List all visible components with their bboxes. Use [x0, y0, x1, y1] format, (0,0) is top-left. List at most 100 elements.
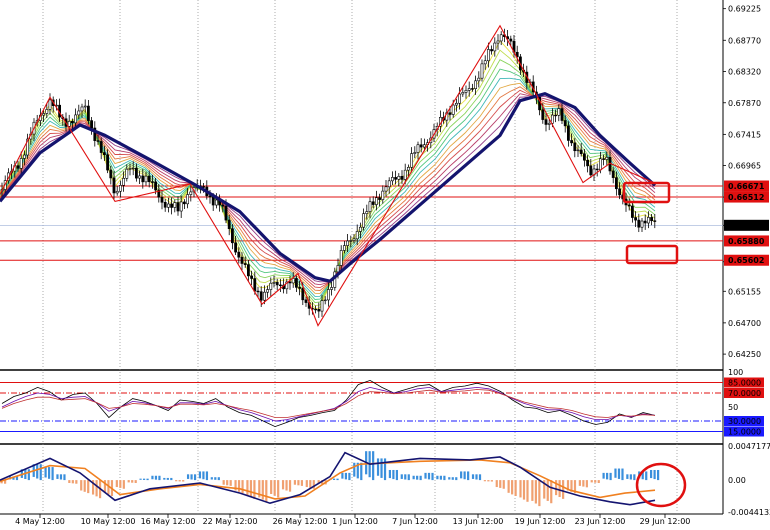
- macd-histogram-bar: [495, 480, 498, 488]
- y-tick-label: 0.65155: [728, 287, 761, 296]
- candle-body: [358, 226, 362, 232]
- candle-body: [275, 282, 279, 286]
- macd-histogram-bar: [582, 480, 585, 487]
- macd-histogram-bar: [305, 480, 308, 488]
- y-tick-label: 0.66965: [728, 162, 761, 171]
- candle-body: [262, 291, 266, 301]
- macd-histogram-bar: [392, 469, 395, 480]
- level-tag-label: 15.0000: [728, 428, 761, 437]
- candle-body: [589, 165, 593, 176]
- candle-body: [42, 113, 46, 116]
- macd-histogram-bar: [502, 480, 505, 489]
- candle-body: [48, 99, 52, 110]
- candle-body: [221, 204, 225, 207]
- macd-histogram-bar: [158, 475, 161, 481]
- macd-histogram-bar: [265, 480, 268, 502]
- macd-histogram-bar: [602, 472, 605, 479]
- macd-histogram-bar: [68, 480, 71, 483]
- candle-body: [554, 114, 558, 117]
- candle-body: [183, 201, 186, 205]
- candle-body: [410, 153, 414, 168]
- candle-body: [326, 289, 330, 301]
- macd-histogram-bar: [626, 474, 629, 479]
- candle-body: [378, 197, 382, 200]
- price-tag-label: 0.66671: [728, 182, 765, 191]
- macd-histogram-bar: [507, 480, 510, 493]
- candle-body: [141, 175, 145, 183]
- macd-histogram-bar: [36, 464, 39, 479]
- candle-body: [224, 205, 228, 221]
- candle-body: [403, 169, 407, 180]
- macd-histogram-bar: [483, 480, 486, 482]
- macd-histogram-bar: [590, 480, 593, 483]
- trading-chart[interactable]: 0.69225 0.68770 0.68320 0.67870 0.67415 0.669…: [0, 0, 770, 530]
- candle-body: [314, 308, 318, 311]
- macd-histogram-bar: [499, 480, 502, 488]
- macd-histogram-bar: [229, 480, 232, 486]
- candle-body: [579, 149, 583, 155]
- candle-body: [630, 205, 634, 218]
- macd-histogram-bar: [419, 475, 422, 481]
- macd-histogram-bar: [146, 478, 149, 481]
- x-tick-label: 13 Jun 12:00: [453, 517, 504, 526]
- macd-histogram-bar: [443, 475, 446, 481]
- candle-body: [259, 291, 263, 301]
- macd-histogram-bar: [115, 480, 118, 488]
- candle-body: [422, 144, 426, 148]
- candle-body: [80, 106, 84, 112]
- candle-body: [570, 140, 574, 144]
- macd-histogram-bar: [538, 480, 541, 507]
- candle-body: [470, 88, 474, 90]
- macd-tick-label: 0.0047177: [728, 442, 770, 451]
- macd-histogram-bar: [344, 472, 348, 480]
- candle-body: [416, 144, 420, 153]
- level-tag-label: 30.0000: [728, 417, 761, 426]
- candle-body: [490, 49, 494, 52]
- macd-histogram-bar: [51, 467, 54, 481]
- candle-body: [368, 201, 372, 212]
- candle-body: [653, 220, 657, 222]
- candle-body: [563, 120, 567, 127]
- candle-body: [237, 251, 241, 258]
- candle-body: [19, 158, 23, 169]
- candle-body: [144, 175, 148, 183]
- candle-body: [499, 34, 503, 42]
- candle-body: [413, 152, 417, 154]
- macd-histogram-bar: [237, 480, 241, 492]
- osc-tick-label: 50: [728, 403, 738, 412]
- candle-body: [406, 167, 410, 171]
- candle-body: [480, 63, 484, 79]
- candle-body: [390, 177, 394, 182]
- macd-histogram-bar: [614, 468, 617, 478]
- osc-tick-label: 100: [728, 368, 743, 377]
- x-tick-label: 19 Jun 12:00: [515, 517, 566, 526]
- candle-body: [189, 191, 193, 195]
- macd-histogram-bar: [198, 471, 202, 479]
- macd-histogram-bar: [175, 480, 178, 482]
- candle-body: [151, 181, 154, 183]
- candle-body: [272, 282, 276, 284]
- macd-histogram-bar: [475, 474, 478, 480]
- macd-histogram-bar: [226, 480, 229, 486]
- macd-histogram-bar: [416, 475, 419, 480]
- candle-body: [483, 60, 487, 65]
- x-tick-label: 22 May 12:00: [203, 517, 258, 526]
- candle-body: [541, 109, 545, 120]
- macd-histogram-bar: [531, 480, 534, 501]
- x-tick-label: 1 Jun 12:00: [332, 517, 378, 526]
- macd-histogram-bar: [300, 480, 304, 486]
- candle-body: [598, 158, 602, 171]
- price-tag-label: 0.65880: [728, 237, 765, 246]
- macd-histogram-bar: [617, 468, 621, 479]
- candle-body: [135, 167, 138, 179]
- macd-histogram-bar: [214, 477, 217, 480]
- y-tick-label: 0.67415: [728, 130, 761, 139]
- price-tag-label: 0.66105: [728, 221, 765, 230]
- macd-histogram-bar: [178, 480, 181, 482]
- macd-histogram-bar: [39, 464, 42, 481]
- macd-histogram-bar: [609, 472, 612, 481]
- macd-histogram-bar: [261, 480, 264, 500]
- macd-tick-label: -0.0044133: [728, 508, 770, 517]
- macd-histogram-bar: [478, 474, 482, 481]
- x-tick-label: 7 Jun 12:00: [392, 517, 438, 526]
